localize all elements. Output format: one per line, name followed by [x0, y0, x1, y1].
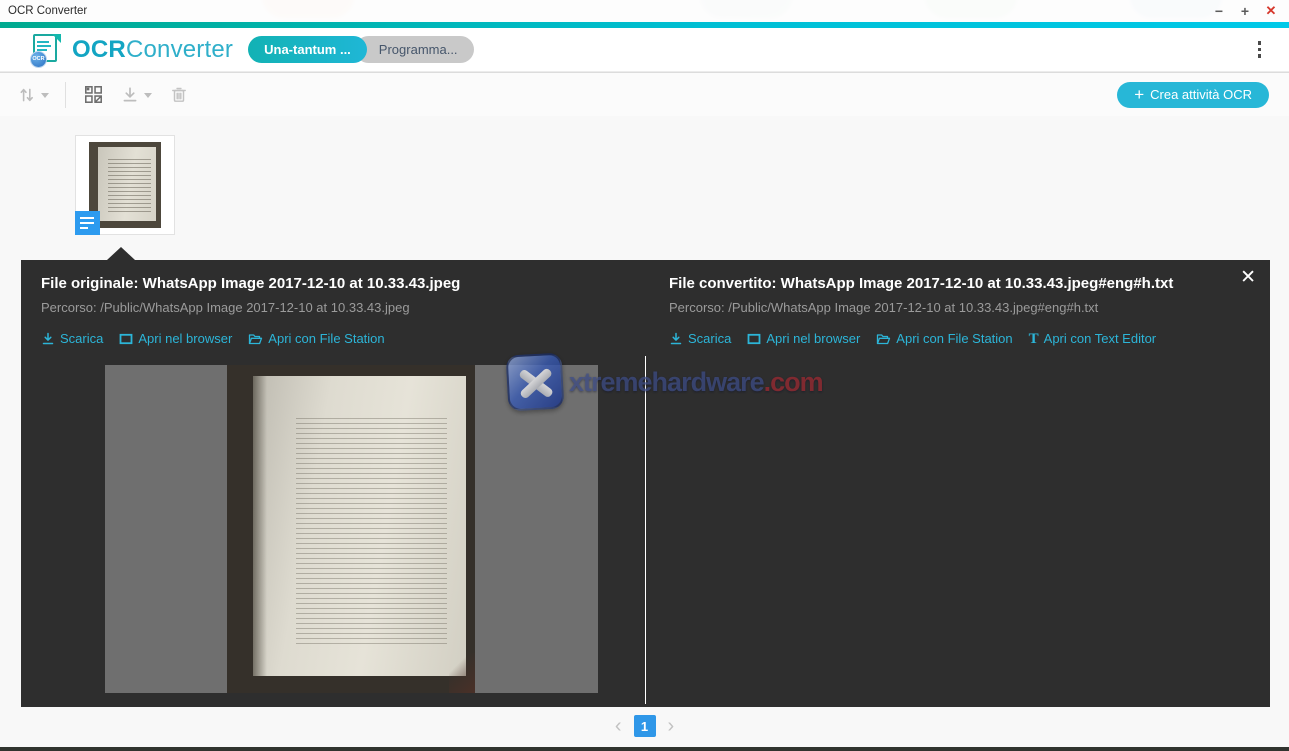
sort-button[interactable]	[18, 86, 49, 104]
converted-file-actions: Scarica Apri nel browser Apri con File S…	[669, 331, 1156, 346]
sort-dropdown-caret	[41, 93, 49, 98]
original-image-viewer	[105, 365, 598, 693]
sort-icon	[18, 86, 36, 104]
download-icon	[669, 332, 683, 346]
download-icon	[121, 86, 139, 104]
original-book-photo	[227, 365, 475, 693]
open-in-browser-original-link[interactable]: Apri nel browser	[119, 331, 232, 346]
ocr-converter-window: OCR Converter − + ✕ OCR OCRConverter Una…	[0, 0, 1289, 751]
open-in-browser-converted-link[interactable]: Apri nel browser	[747, 331, 860, 346]
create-ocr-task-label: Crea attività OCR	[1150, 87, 1252, 102]
window-bottom-border	[0, 747, 1289, 751]
create-ocr-task-button[interactable]: + Crea attività OCR	[1117, 82, 1269, 108]
download-selected-button[interactable]	[121, 86, 152, 104]
window-titlebar: OCR Converter − + ✕	[0, 0, 1289, 22]
folder-icon	[876, 332, 891, 346]
tab-programma[interactable]: Programma...	[355, 36, 474, 63]
download-original-link[interactable]: Scarica	[41, 331, 103, 346]
plus-icon: +	[1134, 86, 1144, 103]
download-icon	[41, 332, 55, 346]
maximize-button[interactable]: +	[1237, 4, 1253, 18]
download-converted-link[interactable]: Scarica	[669, 331, 731, 346]
logo-ocr-badge: OCR	[30, 51, 47, 68]
open-with-text-editor-link[interactable]: T Apri con Text Editor	[1029, 331, 1157, 346]
tab-una-tantum[interactable]: Una-tantum ...	[248, 36, 367, 63]
text-editor-icon: T	[1029, 332, 1039, 346]
page-number[interactable]: 1	[634, 715, 656, 737]
app-title-light: Converter	[126, 36, 233, 63]
panel-callout-arrow	[107, 247, 135, 260]
accent-gradient-bar	[0, 22, 1289, 28]
next-page-icon[interactable]: ›	[668, 715, 675, 737]
download-dropdown-caret	[144, 93, 152, 98]
app-header: OCR OCRConverter Una-tantum ... Programm…	[0, 28, 1289, 72]
converted-file-path: Percorso: /Public/WhatsApp Image 2017-12…	[669, 300, 1098, 315]
open-with-file-station-converted-link[interactable]: Apri con File Station	[876, 331, 1012, 346]
overflow-menu-icon[interactable]	[1258, 41, 1262, 58]
window-controls: − + ✕	[1211, 4, 1279, 18]
folder-icon	[248, 332, 263, 346]
mode-tabs: Una-tantum ... Programma...	[248, 36, 473, 63]
delete-button[interactable]	[170, 86, 188, 104]
view-mode-grid-icon	[84, 85, 103, 104]
app-title: OCRConverter	[72, 36, 233, 64]
file-thumbnail[interactable]	[75, 135, 175, 235]
original-file-actions: Scarica Apri nel browser Apri con File S…	[41, 331, 385, 346]
app-title-bold: OCR	[72, 36, 126, 63]
minimize-button[interactable]: −	[1211, 4, 1227, 18]
converted-file-title: File convertito: WhatsApp Image 2017-12-…	[669, 275, 1173, 292]
app-logo-icon: OCR	[31, 34, 61, 66]
converted-text-badge-icon	[75, 211, 100, 235]
pagination: ‹ 1 ›	[0, 713, 1289, 739]
browser-window-icon	[747, 332, 761, 346]
original-file-title: File originale: WhatsApp Image 2017-12-1…	[41, 275, 460, 292]
trash-icon	[170, 86, 188, 104]
window-title: OCR Converter	[8, 5, 87, 17]
previous-page-icon[interactable]: ‹	[615, 715, 622, 737]
original-file-path: Percorso: /Public/WhatsApp Image 2017-12…	[41, 300, 410, 315]
open-with-file-station-original-link[interactable]: Apri con File Station	[248, 331, 384, 346]
file-detail-panel: ✕ File originale: WhatsApp Image 2017-12…	[21, 260, 1270, 707]
watermark-text: xtremehardware.com	[569, 367, 823, 398]
panel-divider	[645, 356, 646, 704]
close-panel-icon[interactable]: ✕	[1240, 266, 1256, 289]
toolbar-divider	[65, 82, 66, 108]
close-window-button[interactable]: ✕	[1263, 4, 1279, 18]
view-mode-button[interactable]	[84, 85, 103, 104]
browser-window-icon	[119, 332, 133, 346]
toolbar: + Crea attività OCR	[0, 72, 1289, 116]
